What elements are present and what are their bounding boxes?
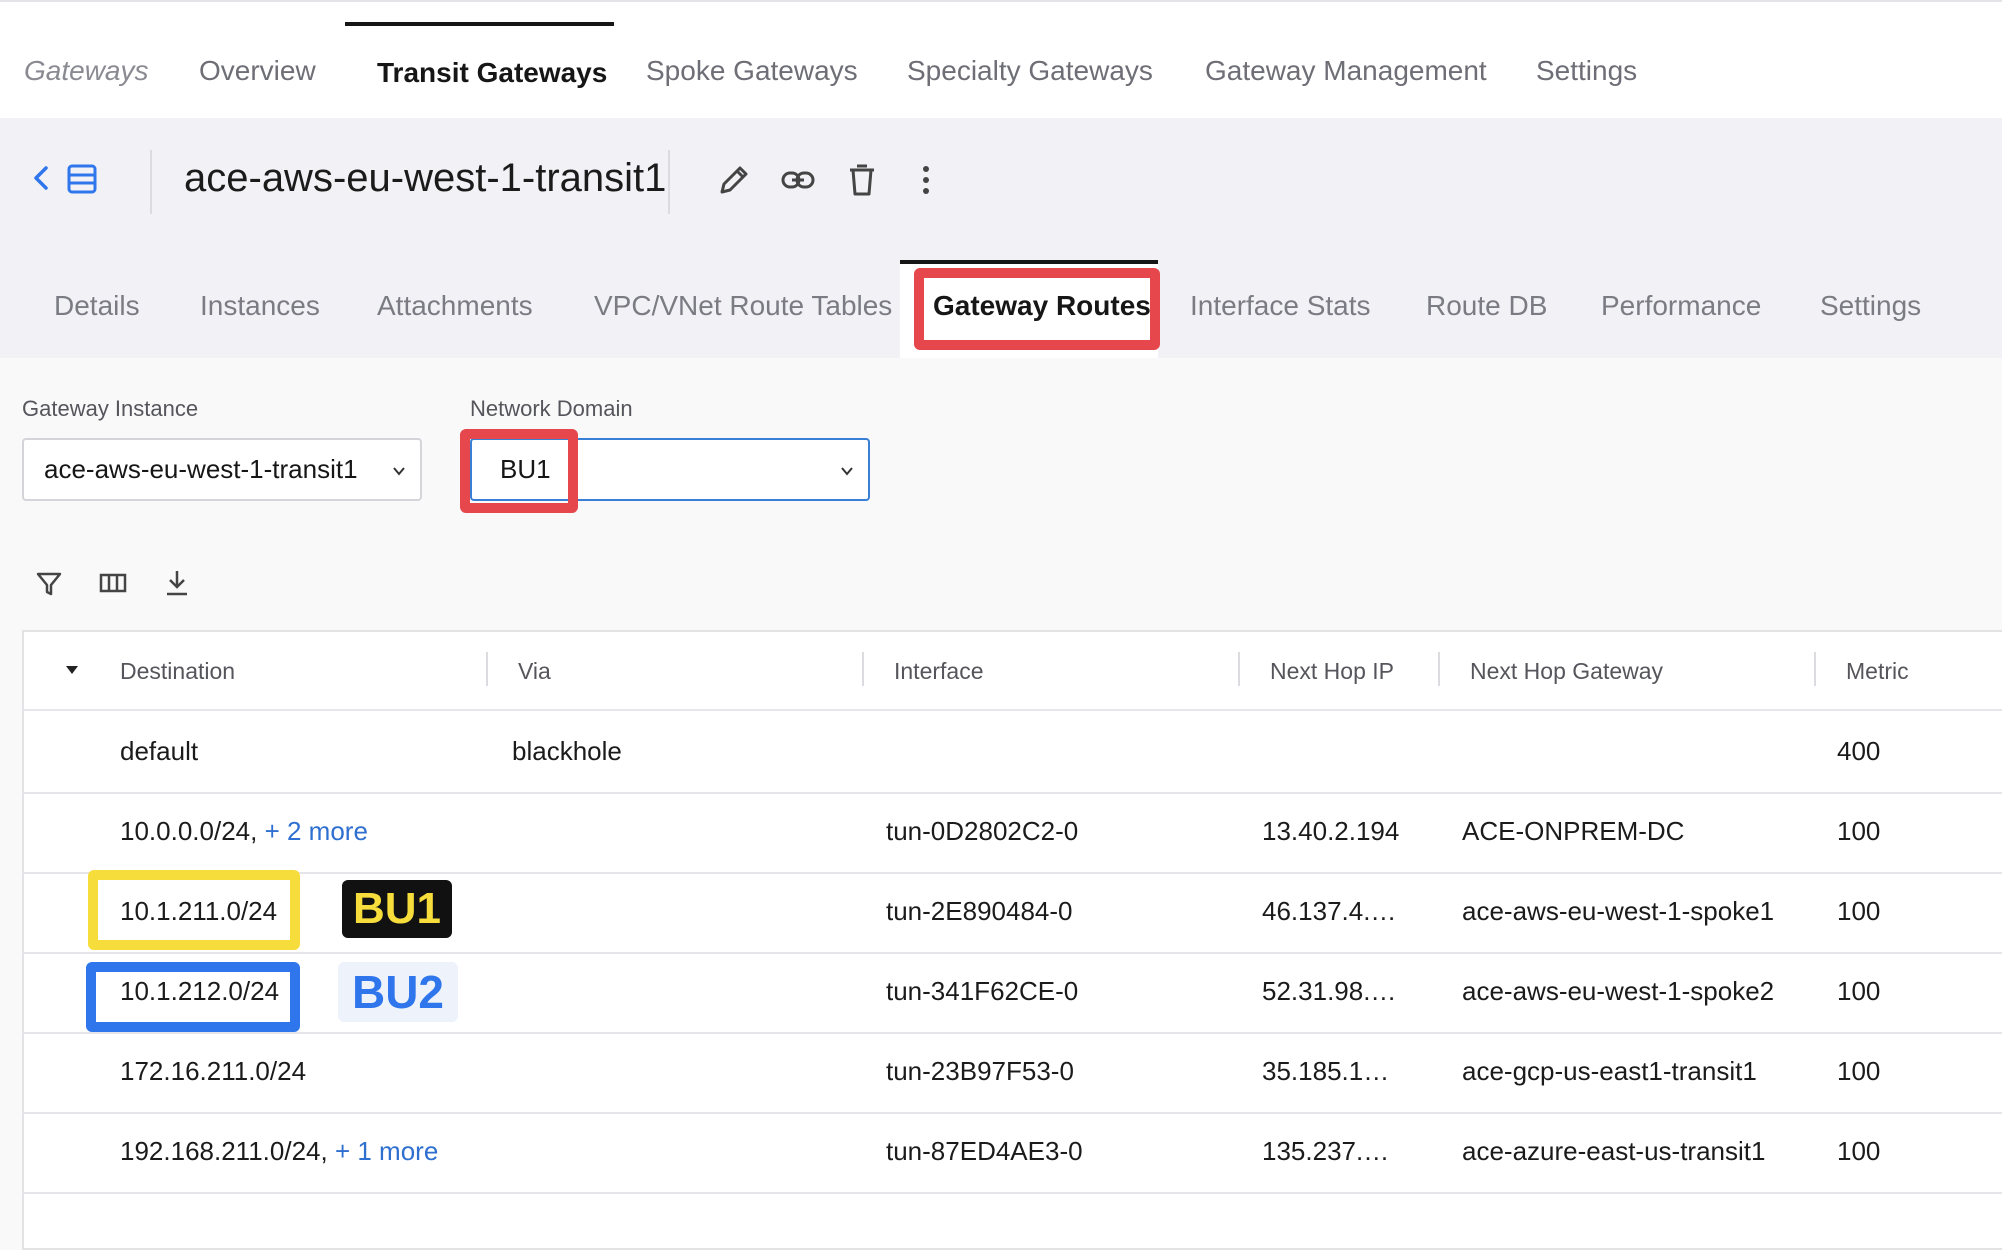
more-destinations-link[interactable]: + 2 more <box>265 816 368 846</box>
chevron-down-icon <box>841 467 853 476</box>
cell-next-hop-ip: 46.137.4.… <box>1262 896 1397 926</box>
row-divider <box>22 872 2002 874</box>
col-header-metric[interactable]: Metric <box>1846 658 1909 685</box>
col-header-destination[interactable]: Destination <box>120 658 235 685</box>
cell-next-hop-gateway: ACE-ONPREM-DC <box>1462 816 1685 846</box>
subtab-interface-stats[interactable]: Interface Stats <box>1190 290 1371 322</box>
cell-next-hop-ip: 13.40.2.194 <box>1262 816 1400 846</box>
trash-icon[interactable] <box>844 162 880 198</box>
cell-metric: 400 <box>1837 736 1881 766</box>
filter-icon[interactable] <box>34 568 64 598</box>
row-divider <box>22 792 2002 794</box>
nav-tab-spoke-gateways[interactable]: Spoke Gateways <box>646 22 858 120</box>
cell-metric: 100 <box>1837 976 1881 1006</box>
nav-tab-transit-gateways[interactable]: Transit Gateways <box>345 22 614 120</box>
col-separator <box>1238 652 1240 686</box>
cell-interface: tun-23B97F53-0 <box>886 1056 1074 1086</box>
highlight-network-domain <box>460 429 578 513</box>
header-divider <box>150 150 152 214</box>
cell-destination: 10.0.0.0/24, <box>120 816 258 846</box>
col-header-next-hop-ip[interactable]: Next Hop IP <box>1270 658 1394 685</box>
highlight-gateway-routes <box>914 268 1160 350</box>
nav-tab-overview[interactable]: Overview <box>199 22 316 120</box>
cell-next-hop-ip: 35.185.1… <box>1262 1056 1390 1086</box>
bu2-tag: BU2 <box>338 962 458 1022</box>
cell-next-hop-gateway: ace-aws-eu-west-1-spoke1 <box>1462 896 1775 926</box>
nav-tab-settings[interactable]: Settings <box>1536 22 1637 120</box>
highlight-bu2-route <box>86 962 300 1032</box>
nav-tab-gateway-management[interactable]: Gateway Management <box>1205 22 1487 120</box>
cell-next-hop-gateway: ace-azure-east-us-transit1 <box>1462 1136 1766 1166</box>
back-chevron-icon[interactable] <box>30 160 52 196</box>
nav-tab-gateways[interactable]: Gateways <box>24 22 149 120</box>
more-destinations-link[interactable]: + 1 more <box>335 1136 438 1166</box>
subtab-performance[interactable]: Performance <box>1601 290 1761 322</box>
columns-icon[interactable] <box>98 568 128 598</box>
more-vertical-icon[interactable] <box>908 162 944 198</box>
cell-via: blackhole <box>512 736 622 766</box>
gateway-instance-label: Gateway Instance <box>22 396 199 421</box>
top-nav: Gateways Overview Transit Gateways Spoke… <box>0 0 2002 120</box>
cell-metric: 100 <box>1837 816 1881 846</box>
cell-destination: 192.168.211.0/24, <box>120 1136 328 1166</box>
cell-interface: tun-2E890484-0 <box>886 896 1073 926</box>
link-icon[interactable] <box>780 162 816 198</box>
cell-metric: 100 <box>1837 1136 1881 1166</box>
header-divider <box>668 150 670 214</box>
subtab-attachments[interactable]: Attachments <box>377 290 533 322</box>
subtab-instances[interactable]: Instances <box>200 290 320 322</box>
gateway-title: ace-aws-eu-west-1-transit1 <box>184 156 667 200</box>
table-row-destination-group: 10.0.0.0/24, + 2 more <box>120 816 368 847</box>
row-divider <box>22 1112 2002 1114</box>
col-separator <box>862 652 864 686</box>
nav-tab-specialty-gateways[interactable]: Specialty Gateways <box>907 22 1153 120</box>
sort-caret-icon[interactable] <box>64 664 80 676</box>
cell-next-hop-gateway: ace-aws-eu-west-1-spoke2 <box>1462 976 1775 1006</box>
download-icon[interactable] <box>162 568 192 598</box>
col-separator <box>1814 652 1816 686</box>
row-divider <box>22 1192 2002 1194</box>
cell-next-hop-gateway: ace-gcp-us-east1-transit1 <box>1462 1056 1757 1086</box>
col-header-via[interactable]: Via <box>518 658 551 685</box>
edit-pencil-icon[interactable] <box>716 162 752 198</box>
cell-metric: 100 <box>1837 1056 1881 1086</box>
cell-interface: tun-87ED4AE3-0 <box>886 1136 1083 1166</box>
col-header-interface[interactable]: Interface <box>894 658 984 685</box>
gateway-instance-select[interactable]: ace-aws-eu-west-1-transit1 <box>22 438 422 501</box>
cell-destination: 172.16.211.0/24 <box>120 1056 307 1086</box>
highlight-bu1-route <box>88 870 300 950</box>
row-divider <box>22 1032 2002 1034</box>
cell-interface: tun-0D2802C2-0 <box>886 816 1079 846</box>
subtab-vpc-vnet-route-tables[interactable]: VPC/VNet Route Tables <box>594 290 892 322</box>
table-row-destination-group: 192.168.211.0/24, + 1 more <box>120 1136 438 1167</box>
subtab-route-db[interactable]: Route DB <box>1426 290 1547 322</box>
col-separator <box>486 652 488 686</box>
chevron-down-icon <box>393 467 405 476</box>
subtab-details[interactable]: Details <box>54 290 140 322</box>
cell-next-hop-ip: 135.237.… <box>1262 1136 1390 1166</box>
cell-interface: tun-341F62CE-0 <box>886 976 1079 1006</box>
row-divider <box>22 952 2002 954</box>
network-domain-label: Network Domain <box>470 396 633 421</box>
col-separator <box>1438 652 1440 686</box>
cell-next-hop-ip: 52.31.98.… <box>1262 976 1397 1006</box>
row-divider <box>22 709 2002 711</box>
gateway-instance-value: ace-aws-eu-west-1-transit1 <box>44 454 358 484</box>
col-header-next-hop-gateway[interactable]: Next Hop Gateway <box>1470 658 1663 685</box>
subtab-settings[interactable]: Settings <box>1820 290 1921 322</box>
cell-metric: 100 <box>1837 896 1881 926</box>
bu1-tag: BU1 <box>342 880 452 938</box>
list-view-icon[interactable] <box>66 163 98 195</box>
cell-destination: default <box>120 736 199 766</box>
